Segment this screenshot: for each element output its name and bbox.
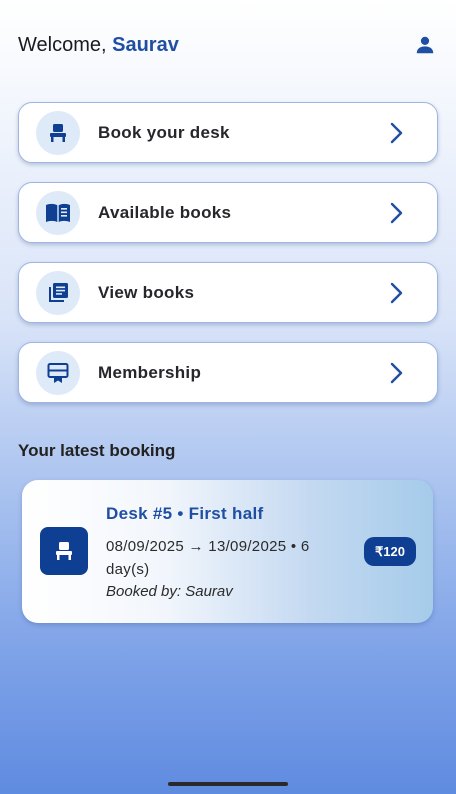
user-name: Saurav [112, 33, 179, 56]
greeting-label: Welcome, [18, 33, 113, 56]
chevron-right-icon [387, 361, 407, 385]
menu-item-available-books[interactable]: Available books [18, 182, 438, 243]
profile-button[interactable] [412, 32, 438, 58]
price-badge: ₹120 [364, 537, 416, 566]
membership-card-icon [36, 350, 80, 395]
menu-item-label: View books [98, 282, 195, 302]
menu-item-book-desk[interactable]: Book your desk [18, 102, 438, 163]
booking-dates: 08/09/2025 → 13/09/2025 • 6 day(s) [106, 538, 310, 578]
chevron-right-icon [387, 281, 407, 305]
open-book-icon [36, 190, 80, 235]
menu-item-view-books[interactable]: View books [18, 262, 438, 323]
menu-item-label: Membership [98, 362, 202, 382]
chevron-right-icon [387, 201, 407, 225]
home-indicator[interactable] [168, 782, 288, 786]
chevron-right-icon [387, 121, 407, 145]
library-books-icon [36, 270, 80, 315]
desk-chair-icon [36, 110, 80, 155]
welcome-text: Welcome, Saurav [18, 34, 179, 57]
menu-item-membership[interactable]: Membership [18, 342, 438, 403]
app-header: Welcome, Saurav [18, 30, 438, 60]
booked-by-text: Booked by: Saurav [106, 583, 233, 600]
latest-booking-card[interactable]: Desk #5 • First half 08/09/2025 → 13/09/… [22, 480, 433, 623]
desk-chair-icon [40, 527, 88, 575]
person-icon [416, 36, 434, 54]
menu-item-label: Book your desk [98, 122, 230, 142]
menu-item-label: Available books [98, 202, 232, 222]
booking-title: Desk #5 • First half [106, 504, 264, 523]
latest-booking-heading: Your latest booking [18, 441, 176, 460]
